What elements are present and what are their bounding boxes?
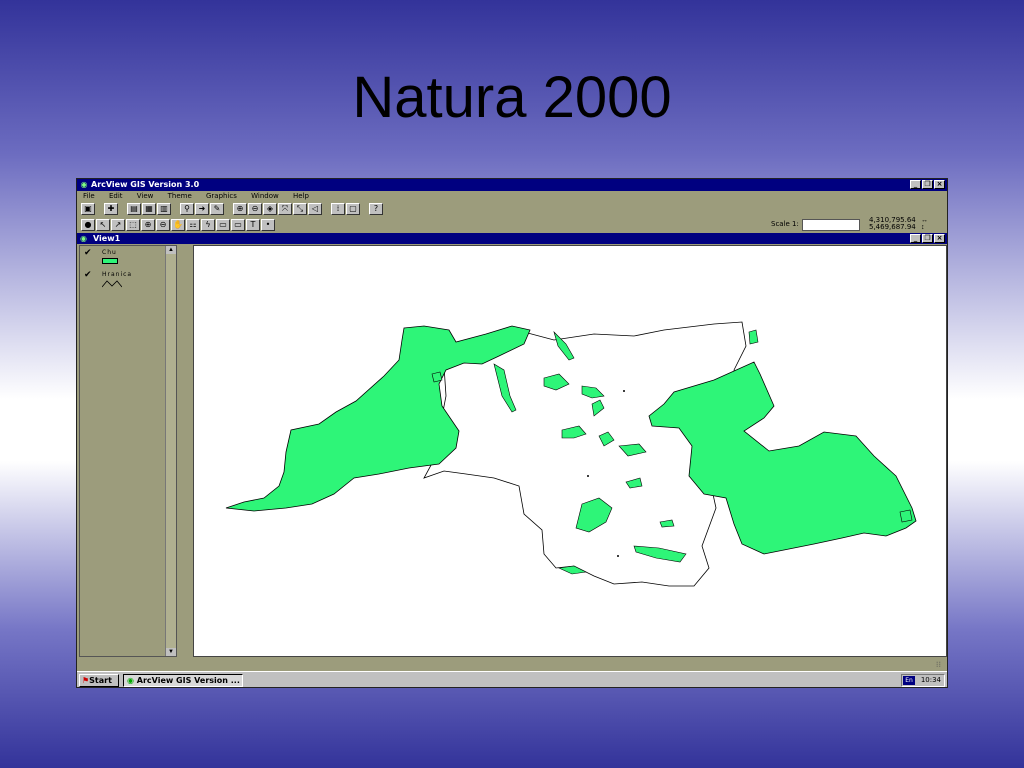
coordinate-arrows-icon: ↔ ↕ [921,217,928,231]
menu-theme[interactable]: Theme [168,192,192,200]
legend-item-chu[interactable]: ✔ Chu [84,249,164,269]
task-label: ArcView GIS Version ... [136,676,240,685]
help-icon[interactable]: ? [369,203,383,215]
map-graphic [225,321,917,587]
tool-bar: ● ↖ ↗ ⬚ ⊕ ⊖ ✋ ⚏ ϟ ▭ ▭ T • [81,218,276,232]
check-icon[interactable]: ✔ [84,249,92,258]
view-titlebar[interactable]: ◉ View1 _ ❐ × [77,233,947,244]
menu-window[interactable]: Window [251,192,279,200]
minimize-button[interactable]: _ [910,180,921,189]
find-icon[interactable]: ⚲ [180,203,194,215]
zoom-in-icon[interactable]: ⤧ [278,203,292,215]
start-button[interactable]: ⚑Start [79,674,119,687]
legend-item-hranica[interactable]: ✔ Hranica [84,271,164,291]
coord-y: 5,469,687.94 [869,223,916,231]
hotlink-icon[interactable]: ϟ [201,219,215,231]
zoom-full-icon[interactable]: ⊕ [233,203,247,215]
zoom-active-icon[interactable]: ⊖ [248,203,262,215]
status-bar: ⁝⁝ [77,659,947,671]
system-tray: En 10:34 [901,674,945,687]
coordinate-readout: 4,310,795.64 5,469,687.94 [869,217,916,231]
check-icon[interactable]: ✔ [84,271,92,280]
zoom-in-tool-icon[interactable]: ⊕ [141,219,155,231]
zoom-selected-icon[interactable]: ◈ [263,203,277,215]
query-icon[interactable]: ✎ [210,203,224,215]
menu-help[interactable]: Help [293,192,309,200]
app-titlebar[interactable]: ◉ ArcView GIS Version 3.0 _ ❐ × [77,179,947,191]
vertex-edit-icon[interactable]: ↗ [111,219,125,231]
chart-icon[interactable]: ▥ [157,203,171,215]
pointer-icon[interactable]: ↖ [96,219,110,231]
habitat-patch [431,371,443,383]
taskbar-arcview-button[interactable]: ◉ ArcView GIS Version ... [123,674,243,687]
scroll-up-icon[interactable]: ▲ [166,246,176,254]
point-feature [587,475,589,477]
point-feature [617,555,619,557]
draw-icon[interactable]: • [261,219,275,231]
toc-scrollbar[interactable]: ▲ ▼ [165,246,176,656]
add-theme-icon[interactable]: ✚ [104,203,118,215]
properties-icon[interactable]: ▤ [127,203,141,215]
table-of-contents: ✔ Chu ✔ Hranica ▲ ▼ [79,245,177,657]
map-canvas[interactable] [193,245,947,657]
point-feature [623,390,625,392]
line-symbol-icon [102,280,122,288]
button-bar: ▣ ✚ ▤ ▦ ▥ ⚲ ➜ ✎ ⊕ ⊖ ◈ ⤧ ⤡ ◁ ⁞ ▢ ? [81,202,384,216]
menu-view[interactable]: View [137,192,154,200]
table-icon[interactable]: ▦ [142,203,156,215]
menu-edit[interactable]: Edit [109,192,123,200]
habitat-patch [748,329,759,345]
select-features-icon[interactable]: ⁞ [331,203,345,215]
pan-icon[interactable]: ✋ [171,219,185,231]
label-icon[interactable]: ▭ [231,219,245,231]
view-minimize-button[interactable]: _ [910,234,921,243]
start-label: Start [89,676,112,685]
area-of-interest-icon[interactable]: ▭ [216,219,230,231]
legend-label: Chu [102,249,117,256]
arcview-task-icon: ◉ [127,676,134,685]
resize-grip-icon[interactable]: ⁝⁝ [936,660,941,669]
view-globe-icon: ◉ [80,234,87,243]
restore-button[interactable]: ❐ [922,180,933,189]
close-button[interactable]: × [934,180,945,189]
arcview-globe-icon: ◉ [80,180,88,189]
text-icon[interactable]: T [246,219,260,231]
zoom-out-tool-icon[interactable]: ⊖ [156,219,170,231]
save-icon[interactable]: ▣ [81,203,95,215]
locate-icon[interactable]: ➜ [195,203,209,215]
polygon-swatch [102,258,118,264]
taskbar: ⚑Start ◉ ArcView GIS Version ... En 10:3… [77,671,947,687]
legend-label: Hranica [102,271,133,278]
clock: 10:34 [920,676,941,684]
menu-graphics[interactable]: Graphics [206,192,237,200]
slide-title: Natura 2000 [352,65,672,130]
scale-label: Scale 1: [771,220,799,228]
view-restore-button[interactable]: ❐ [922,234,933,243]
menu-bar: File Edit View Theme Graphics Window Hel… [77,191,947,201]
measure-icon[interactable]: ⚏ [186,219,200,231]
arcview-window: ◉ ArcView GIS Version 3.0 _ ❐ × File Edi… [76,178,948,688]
identify-icon[interactable]: ● [81,219,95,231]
select-feature-icon[interactable]: ⬚ [126,219,140,231]
habitat-patch [899,509,913,523]
app-title: ArcView GIS Version 3.0 [91,180,200,189]
view-close-button[interactable]: × [934,234,945,243]
scroll-down-icon[interactable]: ▼ [166,648,176,656]
previous-extent-icon[interactable]: ◁ [308,203,322,215]
menu-file[interactable]: File [83,192,95,200]
language-indicator[interactable]: En [903,676,915,685]
zoom-out-icon[interactable]: ⤡ [293,203,307,215]
view-title: View1 [93,234,121,243]
scale-input[interactable] [802,219,860,231]
clear-selection-icon[interactable]: ▢ [346,203,360,215]
